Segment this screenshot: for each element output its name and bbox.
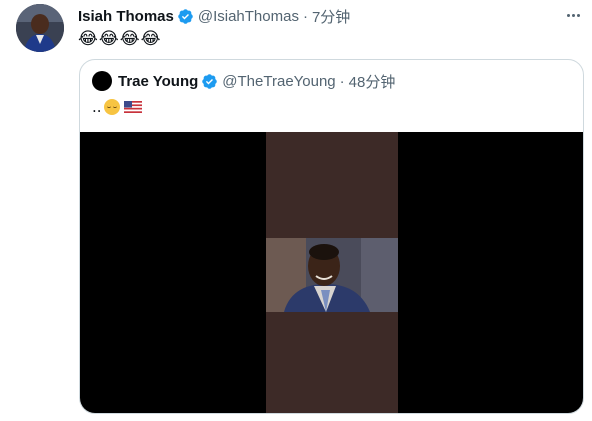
quoted-timestamp[interactable]: 48分钟 [349, 71, 396, 92]
quoted-text-prefix: .. [92, 98, 102, 116]
author-name[interactable]: Isiah Thomas [78, 8, 174, 25]
quoted-avatar[interactable] [92, 71, 112, 91]
separator-dot: · [339, 72, 345, 90]
video-player[interactable] [80, 132, 583, 413]
tweet[interactable]: Isiah Thomas @IsiahThomas · 7分钟 😂😂😂😂 Tra… [0, 0, 592, 421]
verified-badge-icon [202, 73, 218, 89]
video-frame [266, 238, 398, 312]
quoted-tweet-text: .. [92, 97, 142, 117]
more-options-icon[interactable] [562, 6, 584, 24]
quoted-author-name[interactable]: Trae Young [118, 73, 198, 90]
separator-dot: · [302, 7, 308, 25]
quoted-author-handle[interactable]: @TheTraeYoung [222, 73, 335, 90]
pensive-face-icon [103, 99, 120, 115]
quoted-tweet-header: Trae Young @TheTraeYoung · 48分钟 [92, 71, 395, 91]
timestamp[interactable]: 7分钟 [312, 6, 350, 27]
author-handle[interactable]: @IsiahThomas [198, 8, 299, 25]
avatar[interactable] [16, 4, 64, 52]
us-flag-icon [123, 101, 142, 113]
verified-badge-icon [178, 8, 193, 24]
quoted-tweet[interactable]: Trae Young @TheTraeYoung · 48分钟 .. [79, 59, 584, 414]
tweet-header: Isiah Thomas @IsiahThomas · 7分钟 [78, 6, 350, 26]
tweet-text: 😂😂😂😂 [78, 29, 162, 49]
